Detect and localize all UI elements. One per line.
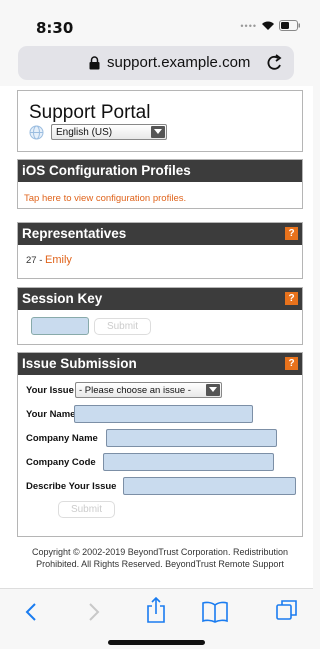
session-key-submit-button[interactable]: Submit [94,318,151,335]
representatives-box: Representatives ? 27 - Emily [17,222,303,279]
representative-prefix: 27 - [26,255,46,266]
wifi-icon [262,21,274,30]
issue-submission-header: Issue Submission ? [18,353,302,375]
ios-profiles-box: iOS Configuration Profiles Tap here to v… [17,159,303,209]
company-name-input[interactable] [106,429,277,447]
representative-name[interactable]: Emily [45,254,72,266]
status-bar: 8:30 •••• [0,0,313,40]
issue-submission-box: Issue Submission ? Your Issue - Please c… [17,352,303,537]
representatives-header: Representatives ? [18,223,302,245]
help-icon[interactable]: ? [285,357,298,370]
session-key-box: Session Key ? Submit [17,287,303,345]
forward-icon[interactable] [87,601,101,623]
home-indicator [108,640,205,645]
cellular-dots-icon: •••• [240,20,257,31]
tabs-icon[interactable] [276,599,298,621]
page-content: Support Portal English (US) iOS Configur… [0,86,313,588]
language-value: English (US) [56,127,113,138]
ios-profiles-header: iOS Configuration Profiles [18,160,302,182]
status-time: 8:30 [36,19,74,37]
address-bar[interactable]: support.example.com [18,46,294,80]
page-title: Support Portal [29,102,151,123]
issue-label: Your Issue [26,385,74,396]
describe-issue-label: Describe Your Issue [26,481,117,492]
status-icons: •••• [240,20,301,31]
lock-icon [89,56,100,70]
copyright-footer: Copyright © 2002-2019 BeyondTrust Corpor… [32,547,288,569]
company-code-input[interactable] [103,453,274,471]
back-icon[interactable] [24,601,38,623]
language-select[interactable]: English (US) [51,124,167,140]
ios-profiles-link[interactable]: Tap here to view configuration profiles. [24,193,186,204]
bookmarks-icon[interactable] [202,601,228,623]
name-input[interactable] [74,405,253,423]
representative-item[interactable]: 27 - Emily [26,254,72,266]
company-code-label: Company Code [26,457,96,468]
portal-header-box: Support Portal English (US) [17,90,303,152]
issue-submit-button[interactable]: Submit [58,501,115,518]
globe-icon [29,125,44,140]
session-key-input[interactable] [31,317,89,335]
url-text: support.example.com [107,54,251,71]
help-icon[interactable]: ? [285,292,298,305]
describe-issue-input[interactable] [123,477,296,495]
company-name-label: Company Name [26,433,98,444]
battery-icon [279,20,300,31]
reload-icon[interactable] [266,53,284,73]
session-key-header: Session Key ? [18,288,302,310]
chevron-down-icon [206,384,220,396]
help-icon[interactable]: ? [285,227,298,240]
issue-select-value: - Please choose an issue - [79,385,191,396]
share-icon[interactable] [147,597,165,623]
chevron-down-icon [151,126,165,138]
name-label: Your Name [26,409,76,420]
issue-select[interactable]: - Please choose an issue - [75,382,222,398]
